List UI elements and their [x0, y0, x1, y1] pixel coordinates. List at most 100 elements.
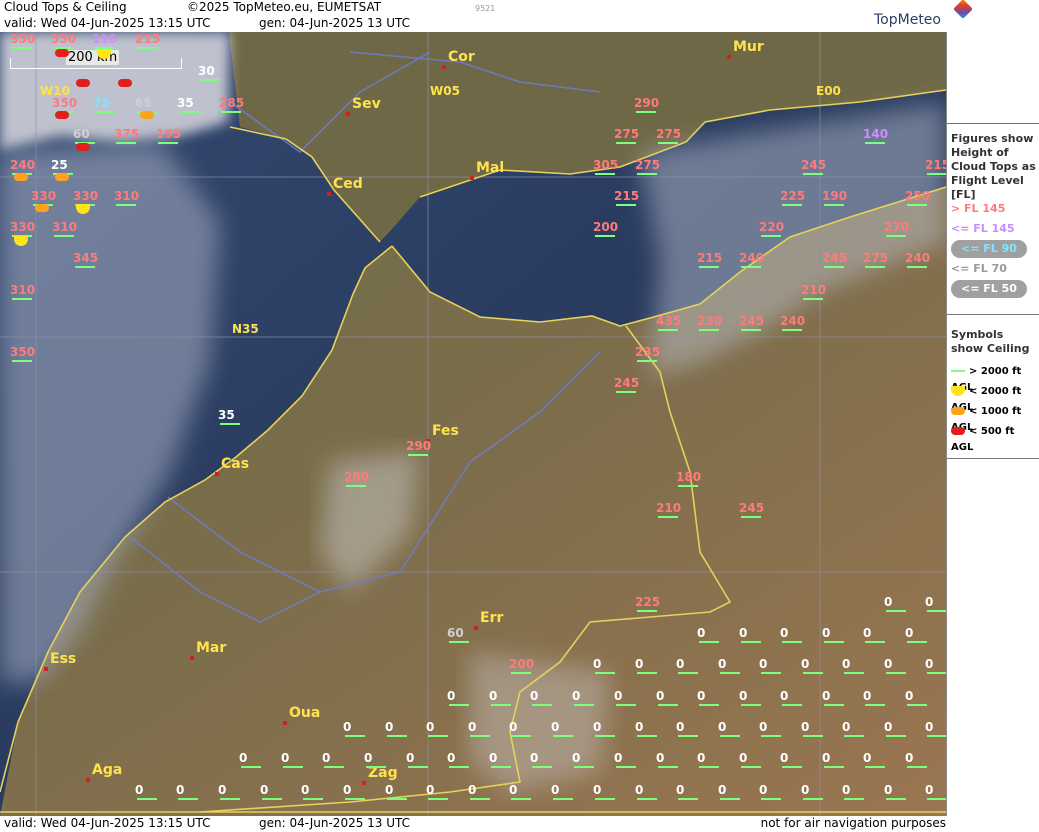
ceiling-marker [927, 173, 946, 175]
cloud-top-label: 0 [301, 783, 310, 797]
city-marker [474, 626, 478, 630]
cloud-top-label: 245 [801, 158, 827, 172]
cloud-top-label: 0 [905, 751, 914, 765]
cloud-top-label: 310 [10, 283, 36, 297]
cloud-top-label: 215 [614, 189, 640, 203]
ceiling-marker [595, 672, 615, 674]
ceiling-marker [824, 204, 844, 206]
ceiling-marker [720, 735, 740, 737]
ceiling-marker [844, 798, 864, 800]
ceiling-marker [844, 672, 864, 674]
ceiling-marker [116, 204, 136, 206]
ceiling-marker [699, 641, 719, 643]
cloud-top-label: 220 [759, 220, 785, 234]
cloud-top-label: 0 [385, 783, 394, 797]
brand-name: TopMeteo [874, 12, 941, 28]
ceiling-marker [511, 735, 531, 737]
legend-ceiling-row-1: > 2000 ft AGL [951, 364, 1039, 393]
cloud-south [470, 652, 610, 792]
ceiling-marker [637, 610, 657, 612]
cloud-top-label: 375 [114, 127, 140, 141]
ceiling-marker [595, 235, 615, 237]
city-label: Fes [432, 423, 459, 439]
cloud-top-label: 245 [739, 314, 765, 328]
cloud-top-label: 215 [135, 32, 161, 46]
cloud-top-label: 330 [31, 189, 57, 203]
ceiling-marker [387, 798, 407, 800]
cloud-top-label: 0 [614, 751, 623, 765]
cloud-top-label: 75 [93, 96, 110, 110]
cloud-top-label: 250 [905, 189, 931, 203]
ceiling-marker [616, 142, 636, 144]
cloud-top-label: 0 [718, 657, 727, 671]
city-marker [470, 176, 474, 180]
cloud-top-label: 0 [842, 783, 851, 797]
cloud-top-label: 350 [52, 96, 78, 110]
ceiling-marker [927, 610, 946, 612]
cloud-top-label: 35 [177, 96, 194, 110]
city-marker [190, 656, 194, 660]
ceiling-marker [12, 47, 32, 49]
ceiling-marker [824, 641, 844, 643]
ceiling-marker [907, 766, 927, 768]
cloud-top-label: 0 [593, 657, 602, 671]
cloud-top-label: 270 [884, 220, 910, 234]
cloud-top-label: 0 [635, 783, 644, 797]
ceiling-marker [387, 735, 407, 737]
cloud-top-label: 0 [801, 783, 810, 797]
ceiling-marker [200, 79, 220, 81]
satellite-map[interactable]: 200 km W10 W05 E00 N35 Cor Mur Sev Mal Ced Fes Cas… [0, 32, 946, 816]
ceiling-marker [220, 423, 240, 425]
ceiling-marker [95, 111, 115, 113]
cloud-top-label: 0 [697, 751, 706, 765]
legend-divider-top [947, 123, 1039, 124]
ceiling-marker [345, 798, 365, 800]
cloud-top-label: 195 [156, 127, 182, 141]
cloud-top-label: 0 [905, 689, 914, 703]
ceiling-marker [12, 298, 32, 300]
cloud-top-label: 180 [676, 470, 702, 484]
cloud-top-label: 0 [426, 720, 435, 734]
cloud-top-label: 0 [614, 689, 623, 703]
cloud-top-label: 60 [73, 127, 90, 141]
cloud-top-label: 0 [863, 689, 872, 703]
city-marker [283, 721, 287, 725]
ceiling-marker [283, 766, 303, 768]
ceiling-marker [137, 47, 157, 49]
ceiling-marker [782, 329, 802, 331]
cloud-top-label: 0 [884, 657, 893, 671]
ceiling-symbol-orange [55, 173, 69, 181]
ceiling-marker [761, 735, 781, 737]
ceiling-marker [553, 735, 573, 737]
cloud-top-label: 0 [530, 689, 539, 703]
ceiling-marker [824, 266, 844, 268]
cloud-top-label: 200 [509, 657, 535, 671]
ceiling-marker [741, 704, 761, 706]
ceiling-marker [346, 485, 366, 487]
cloud-top-label: 65 [135, 96, 152, 110]
ceiling-marker [449, 704, 469, 706]
cloud-top-label: 0 [656, 689, 665, 703]
cloud-top-label: 200 [593, 220, 619, 234]
ceiling-marker [616, 766, 636, 768]
legend-divider-bottom [947, 458, 1039, 459]
cloud-top-label: 225 [635, 595, 661, 609]
topmeteo-logo: TopMeteo [874, 0, 973, 28]
ceiling-marker [658, 704, 678, 706]
cloud-top-label: 0 [822, 626, 831, 640]
ceiling-symbol-red [118, 79, 132, 87]
ceiling-marker [637, 173, 657, 175]
cloud-top-label: 0 [322, 751, 331, 765]
cloud-top-label: 330 [10, 220, 36, 234]
cloud-top-label: 0 [260, 783, 269, 797]
legend-tops-title: Figures show Height of Cloud Tops as Fli… [951, 132, 1036, 201]
cloud-top-label: 0 [364, 751, 373, 765]
ceiling-marker [616, 204, 636, 206]
ceiling-marker [616, 391, 636, 393]
cloud-top-label: 0 [718, 720, 727, 734]
city-marker [327, 192, 331, 196]
cloud-top-label: 0 [925, 657, 934, 671]
ceiling-marker [678, 798, 698, 800]
cloud-top-label: 0 [489, 689, 498, 703]
generated-time: gen: 04-Jun-2025 13 UTC [259, 16, 411, 30]
